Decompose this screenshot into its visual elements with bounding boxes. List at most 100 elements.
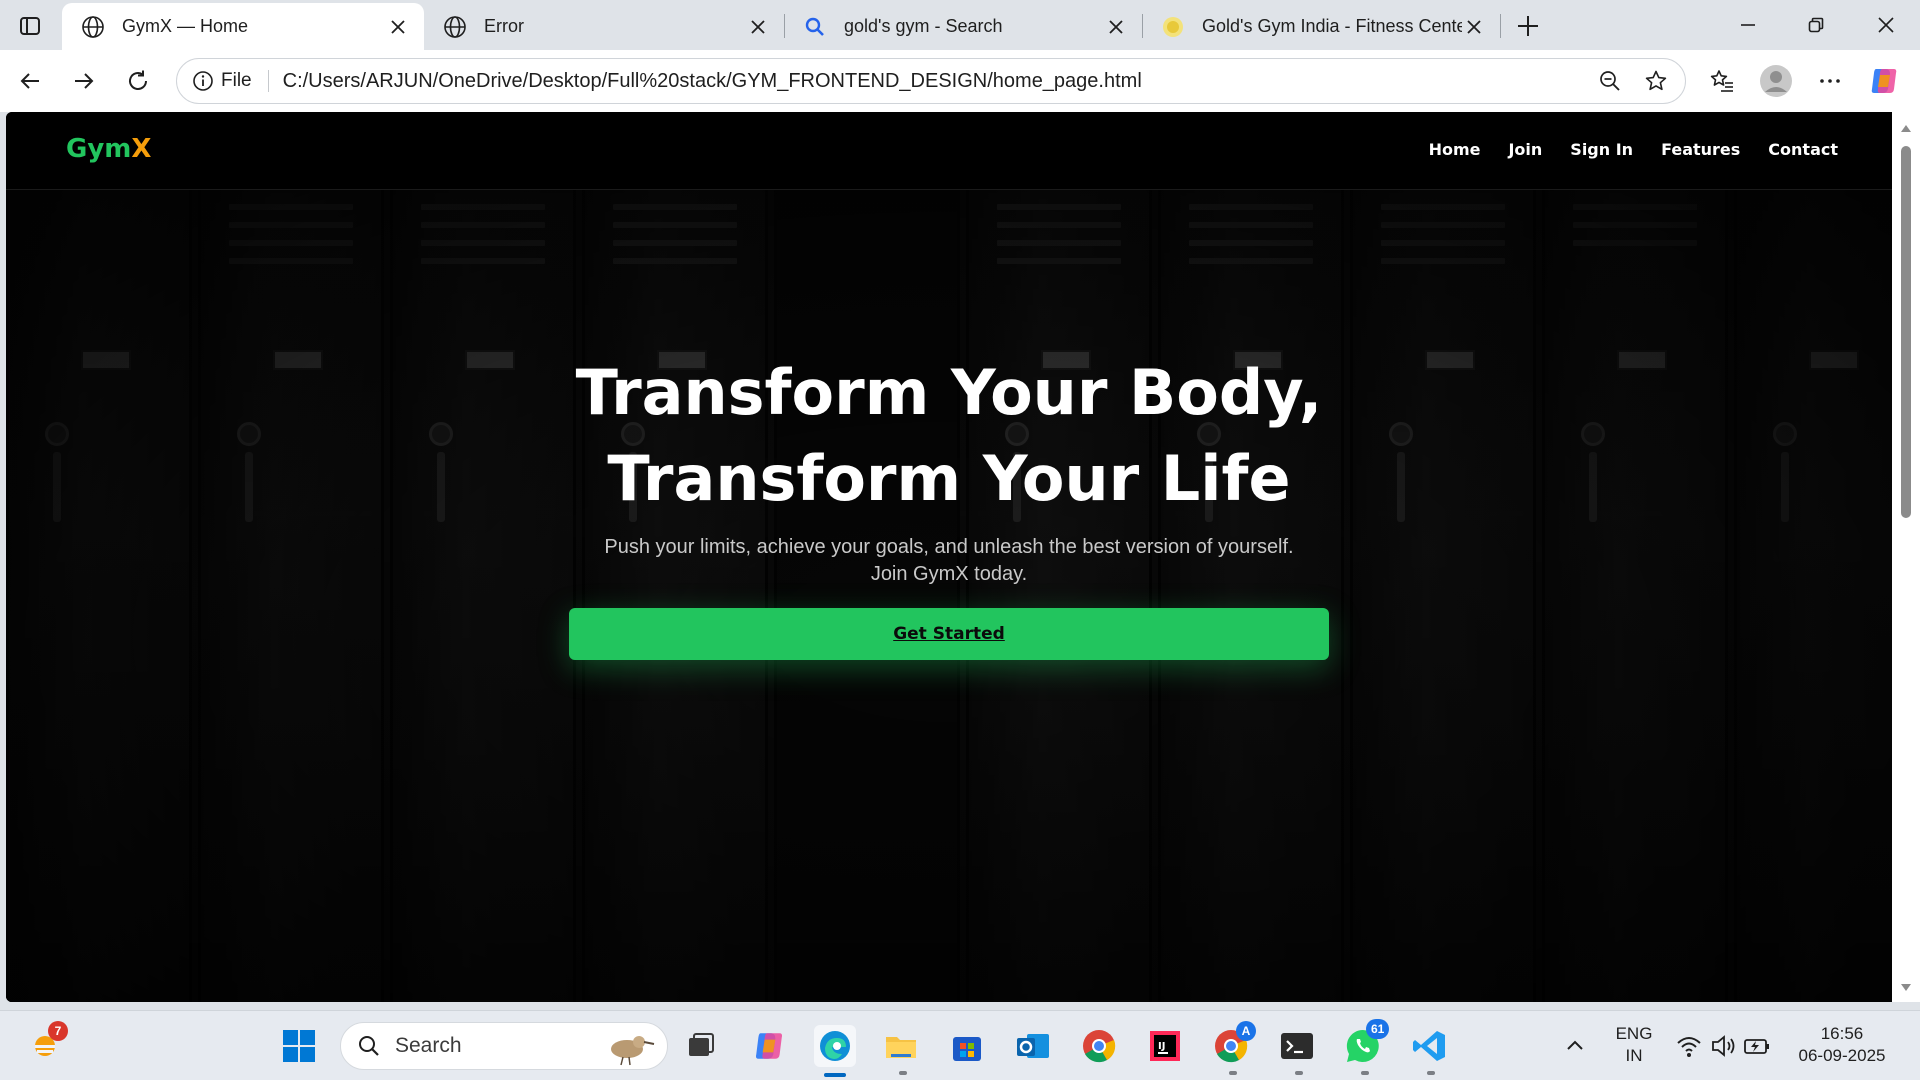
- copilot-taskbar-button[interactable]: [748, 1025, 790, 1067]
- star-icon[interactable]: [1639, 64, 1673, 98]
- tab-actions-icon: [20, 17, 40, 35]
- close-icon[interactable]: [746, 15, 770, 39]
- logo-part: Gym: [66, 134, 132, 164]
- tab-title: Error: [484, 16, 524, 36]
- logo-part-accent: X: [131, 134, 152, 164]
- chrome-button[interactable]: [1078, 1025, 1120, 1067]
- nav-link-join[interactable]: Join: [1508, 140, 1542, 159]
- tab-actions-button[interactable]: [14, 10, 46, 42]
- running-indicator: [1361, 1071, 1369, 1075]
- close-icon[interactable]: [386, 15, 410, 39]
- get-started-button[interactable]: Get Started: [569, 608, 1329, 660]
- running-indicator: [1295, 1071, 1303, 1075]
- system-tray-status[interactable]: [1668, 1025, 1778, 1067]
- tab-error[interactable]: Error: [424, 3, 784, 50]
- refresh-icon: [129, 70, 147, 90]
- url-text[interactable]: C:/Users/ARJUN/OneDrive/Desktop/Full%20s…: [283, 70, 1593, 93]
- start-button[interactable]: [278, 1025, 320, 1067]
- wifi-icon: [1677, 1037, 1701, 1057]
- arrow-left-icon: [20, 73, 39, 89]
- time-text: 16:56: [1820, 1024, 1864, 1043]
- close-icon[interactable]: [1462, 15, 1486, 39]
- outlook-icon: [1017, 1034, 1049, 1058]
- copilot-button[interactable]: [1864, 61, 1904, 101]
- browser-toolbar: File C:/Users/ARJUN/OneDrive/Desktop/Ful…: [0, 50, 1920, 112]
- settings-menu-button[interactable]: [1810, 61, 1850, 101]
- site-navbar: GymX Home Join Sign In Features Contact: [6, 112, 1892, 190]
- language-line: ENG: [1615, 1024, 1653, 1043]
- profile-button[interactable]: [1756, 61, 1796, 101]
- minimize-icon: [1741, 24, 1755, 26]
- running-indicator: [899, 1071, 907, 1075]
- address-bar[interactable]: File C:/Users/ARJUN/OneDrive/Desktop/Ful…: [176, 58, 1686, 104]
- tab-title: Gold's Gym India - Fitness Center: [1202, 16, 1462, 36]
- active-app-indicator: [824, 1073, 846, 1077]
- copilot-icon: [1871, 69, 1897, 93]
- folder-icon: [886, 1037, 916, 1058]
- microsoft-store-button[interactable]: [946, 1025, 988, 1067]
- edge-taskbar-button[interactable]: [814, 1025, 856, 1067]
- minimize-button[interactable]: [1720, 4, 1776, 46]
- page-viewport: GymX Home Join Sign In Features Contact …: [6, 112, 1892, 1002]
- page-scrollbar[interactable]: [1892, 112, 1920, 1002]
- refresh-button[interactable]: [118, 61, 158, 101]
- site-favicon-icon: [1160, 14, 1186, 40]
- close-icon[interactable]: [1104, 15, 1128, 39]
- hero-title-line: Transform Your Life: [607, 442, 1291, 515]
- close-icon: [1878, 17, 1894, 33]
- tab-golds-gym-india[interactable]: Gold's Gym India - Fitness Center: [1142, 3, 1500, 50]
- hero-section: Transform Your Body, Transform Your Life…: [6, 190, 1892, 1002]
- globe-icon: [442, 14, 468, 40]
- favorites-icon: [1710, 70, 1733, 92]
- tab-gymx-home[interactable]: GymX — Home: [62, 3, 424, 50]
- edge-icon: [820, 1031, 850, 1061]
- notification-badge: 7: [48, 1021, 68, 1041]
- site-logo[interactable]: GymX: [66, 134, 151, 164]
- clock[interactable]: 16:56 06-09-2025: [1790, 1023, 1894, 1067]
- battery-charging-icon: [1744, 1039, 1769, 1054]
- zoom-out-icon[interactable]: [1593, 64, 1627, 98]
- show-hidden-icons-button[interactable]: [1554, 1025, 1596, 1067]
- favorites-button[interactable]: [1702, 61, 1742, 101]
- scroll-down-icon[interactable]: [1900, 982, 1912, 994]
- terminal-button[interactable]: [1276, 1025, 1318, 1067]
- nav-link-sign-in[interactable]: Sign In: [1570, 140, 1633, 159]
- vscode-button[interactable]: [1408, 1025, 1450, 1067]
- svg-text:IJ: IJ: [1158, 1041, 1165, 1052]
- info-icon[interactable]: [189, 67, 217, 95]
- restore-button[interactable]: [1788, 4, 1844, 46]
- back-button[interactable]: [10, 61, 50, 101]
- scroll-up-icon[interactable]: [1900, 122, 1912, 134]
- tab-golds-gym-search[interactable]: gold's gym - Search: [784, 3, 1142, 50]
- taskbar-search[interactable]: Search: [340, 1022, 668, 1070]
- avatar-icon: [1760, 65, 1792, 97]
- task-view-button[interactable]: [680, 1025, 722, 1067]
- search-icon: [359, 1036, 379, 1056]
- intellij-button[interactable]: IJ: [1144, 1025, 1186, 1067]
- scheme-label: File: [221, 70, 252, 91]
- outlook-button[interactable]: [1012, 1025, 1054, 1067]
- tab-title: GymX — Home: [122, 16, 249, 36]
- copilot-icon: [755, 1033, 783, 1059]
- arrow-right-icon: [75, 73, 94, 89]
- terminal-icon: [1281, 1033, 1313, 1059]
- scroll-thumb[interactable]: [1901, 146, 1911, 518]
- nav-link-contact[interactable]: Contact: [1768, 140, 1838, 159]
- language-indicator[interactable]: ENG IN: [1606, 1023, 1662, 1067]
- nav-link-home[interactable]: Home: [1429, 140, 1481, 159]
- vscode-icon: [1413, 1031, 1445, 1061]
- close-window-button[interactable]: [1858, 4, 1914, 46]
- volume-icon: [1712, 1035, 1735, 1057]
- task-view-icon: [689, 1033, 714, 1056]
- hero-subtitle: Push your limits, achieve your goals, an…: [604, 536, 1294, 585]
- nav-link-features[interactable]: Features: [1661, 140, 1740, 159]
- new-tab-button[interactable]: [1510, 8, 1546, 44]
- chrome-icon: [1083, 1030, 1116, 1063]
- date-text: 06-09-2025: [1798, 1046, 1886, 1065]
- forward-button[interactable]: [64, 61, 104, 101]
- divider: [267, 70, 269, 92]
- file-explorer-button[interactable]: [880, 1025, 922, 1067]
- globe-icon: [80, 14, 106, 40]
- browser-tab-strip: GymX — Home Error gold's gym - Search Go…: [0, 0, 1920, 50]
- tab-title: gold's gym - Search: [844, 16, 1003, 36]
